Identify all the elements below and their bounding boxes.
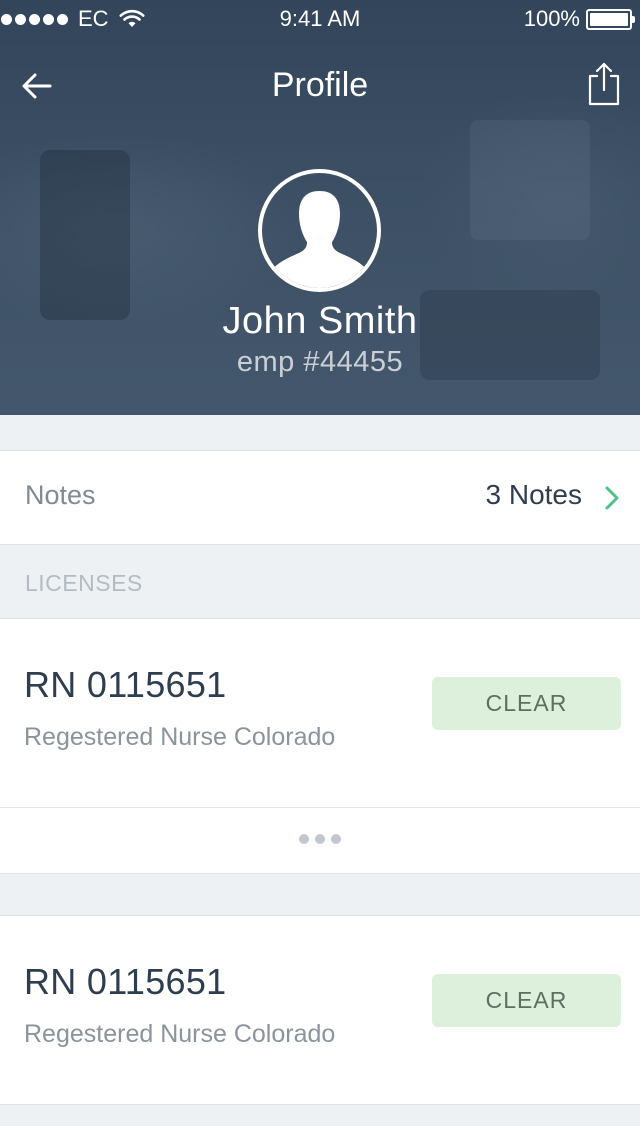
notes-row[interactable]: Notes 3 Notes bbox=[0, 450, 640, 545]
navigation-bar: Profile bbox=[0, 60, 640, 112]
profile-header: EC 9:41 AM 100% Profile John Smith emp #… bbox=[0, 0, 640, 415]
more-dot-icon bbox=[331, 834, 341, 844]
license-card[interactable]: RN 0115651 Regestered Nurse Colorado CLE… bbox=[0, 618, 640, 874]
divider bbox=[0, 807, 640, 808]
share-icon bbox=[588, 62, 620, 106]
status-badge: CLEAR bbox=[432, 677, 621, 730]
avatar bbox=[258, 169, 381, 292]
notes-count: 3 Notes bbox=[485, 479, 583, 510]
license-number: RN 0115651 bbox=[24, 664, 227, 705]
battery-percentage: 100% bbox=[523, 6, 580, 31]
share-button[interactable] bbox=[586, 60, 622, 108]
more-options-button[interactable] bbox=[290, 824, 350, 854]
license-number: RN 0115651 bbox=[24, 961, 227, 1002]
more-dot-icon bbox=[299, 834, 309, 844]
person-silhouette-icon bbox=[267, 191, 372, 288]
status-bar: EC 9:41 AM 100% bbox=[0, 0, 640, 40]
license-description: Regestered Nurse Colorado bbox=[24, 723, 336, 751]
header-background-shape bbox=[40, 150, 130, 320]
license-card[interactable]: RN 0115651 Regestered Nurse Colorado CLE… bbox=[0, 915, 640, 1105]
status-badge: CLEAR bbox=[432, 974, 621, 1027]
page-title: Profile bbox=[271, 66, 369, 104]
chevron-right-icon bbox=[605, 486, 619, 510]
battery-icon bbox=[586, 8, 635, 30]
employee-id: emp #44455 bbox=[236, 346, 404, 378]
licenses-section-header: LICENSES bbox=[25, 570, 143, 596]
notes-label: Notes bbox=[25, 480, 96, 510]
license-description: Regestered Nurse Colorado bbox=[24, 1020, 336, 1048]
profile-name: John Smith bbox=[222, 300, 418, 342]
header-background-shape bbox=[470, 120, 590, 240]
more-dot-icon bbox=[315, 834, 325, 844]
